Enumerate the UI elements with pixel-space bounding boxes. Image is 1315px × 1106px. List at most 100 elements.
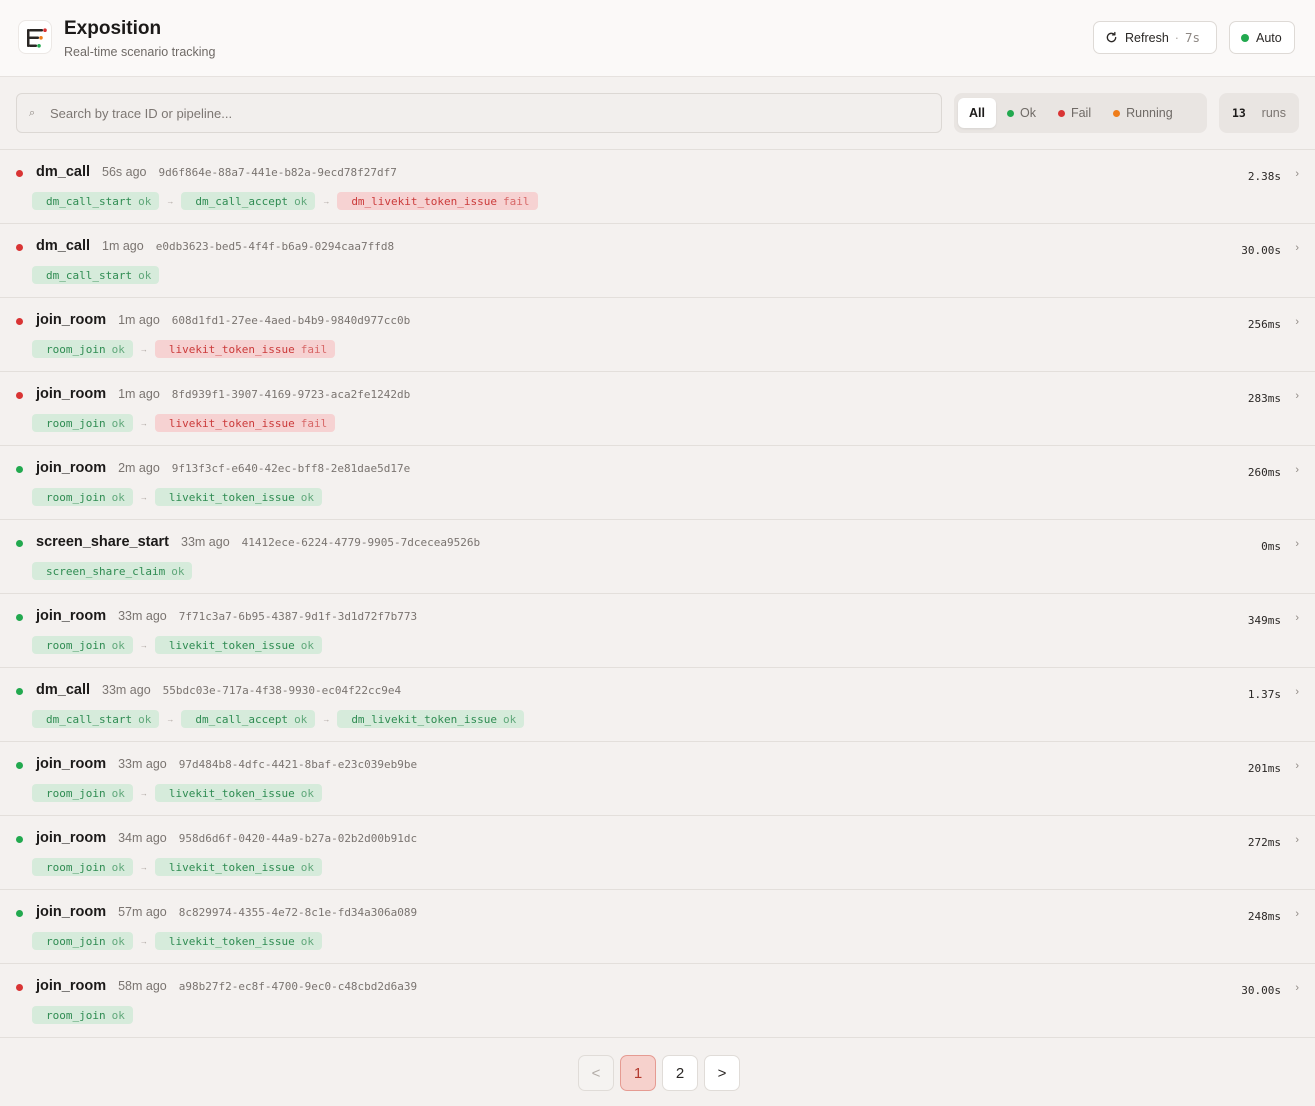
chevron-right-icon[interactable]: › [1295, 612, 1299, 624]
run-row[interactable]: dm_call 33m ago 55bdc03e-717a-4f38-9930-ec… [0, 668, 1315, 742]
filter-all-label: All [969, 106, 985, 120]
step-chip: room_join ok [32, 340, 133, 358]
step-name: room_join [46, 786, 106, 800]
run-row[interactable]: join_room 58m ago a98b27f2-ec8f-4700-9ec0-… [0, 964, 1315, 1038]
search-box[interactable]: ⌕ [16, 93, 942, 133]
filter-running-label: Running [1126, 106, 1173, 120]
run-time-ago: 2m ago [118, 461, 160, 475]
step-chip: livekit_token_issue ok [154, 784, 322, 802]
run-pipeline: dm_call [36, 238, 90, 254]
filter-running[interactable]: Running [1102, 98, 1184, 128]
chevron-right-icon[interactable]: › [1295, 834, 1299, 846]
run-duration: 283ms [1247, 392, 1281, 405]
run-trace-id: 958d6d6f-0420-44a9-b27a-02b2d00b91dc [178, 832, 418, 845]
run-duration: 248ms [1247, 910, 1281, 923]
run-steps: room_join ok → livekit_token_issue fail [32, 414, 336, 432]
chevron-right-icon[interactable]: › [1295, 686, 1299, 698]
filter-all[interactable]: All [958, 98, 996, 128]
prev-page-button[interactable]: < [578, 1055, 614, 1091]
run-trace-id: 97d484b8-4dfc-4421-8baf-e23c039eb9be [178, 758, 418, 771]
run-steps: room_join ok → livekit_token_issue ok [32, 784, 322, 802]
refresh-button[interactable]: Refresh · 7s [1093, 21, 1217, 54]
chevron-right-icon[interactable]: › [1295, 316, 1299, 328]
run-steps: room_join ok → livekit_token_issue ok [32, 932, 322, 950]
run-trace-id: 41412ece-6224-4779-9905-7dcecea9526b [241, 536, 481, 549]
run-pipeline: join_room [36, 904, 107, 920]
run-time-ago: 57m ago [118, 905, 167, 919]
step-chip: livekit_token_issue ok [154, 636, 322, 654]
step-chip: screen_share_claim ok [32, 562, 193, 580]
chevron-right-icon[interactable]: › [1295, 760, 1299, 772]
running-dot [1113, 109, 1121, 117]
app-title: Exposition [64, 18, 162, 39]
chevron-right-icon[interactable]: › [1295, 982, 1299, 994]
fail-dot [1057, 109, 1065, 117]
filter-fail-label: Fail [1070, 106, 1092, 120]
chevron-right-icon[interactable]: › [1295, 464, 1299, 476]
step-chip: room_join ok [32, 488, 133, 506]
run-row[interactable]: join_room 1m ago 608d1fd1-27ee-4aed-b4b9-9… [0, 298, 1315, 372]
run-status-dot [16, 762, 23, 769]
page-button-2[interactable]: 2 [662, 1055, 698, 1091]
run-row[interactable]: join_room 2m ago 9f13f3cf-e640-42ec-bff8-2… [0, 446, 1315, 520]
filter-ok[interactable]: Ok [996, 98, 1047, 128]
page-button-1[interactable]: 1 [620, 1055, 656, 1091]
search-input[interactable] [50, 105, 910, 121]
step-name: dm_livekit_token_issue [351, 712, 498, 726]
run-header: join_room 34m ago 958d6d6f-0420-44a9-b27a-… [36, 830, 417, 846]
next-page-button[interactable]: > [704, 1055, 740, 1091]
step-status: ok [171, 564, 185, 578]
step-arrow-icon: → [139, 640, 148, 650]
step-status: ok [138, 712, 152, 726]
run-header: join_room 1m ago 8fd939f1-3907-4169-9723-a… [36, 386, 410, 402]
run-pipeline: join_room [36, 830, 107, 846]
run-pipeline: dm_call [36, 682, 90, 698]
step-status: fail [503, 194, 530, 208]
step-status: ok [111, 786, 125, 800]
run-steps: room_join ok → livekit_token_issue fail [32, 340, 336, 358]
run-trace-id: 608d1fd1-27ee-4aed-b4b9-9840d977cc0b [171, 314, 411, 327]
run-row[interactable]: screen_share_start 33m ago 41412ece-6224-4… [0, 520, 1315, 594]
chevron-right-icon[interactable]: › [1295, 168, 1299, 180]
run-duration: 2.38s [1247, 170, 1281, 183]
run-row[interactable]: join_room 57m ago 8c829974-4355-4e72-8c1e-… [0, 890, 1315, 964]
run-row[interactable]: join_room 33m ago 97d484b8-4dfc-4421-8baf-… [0, 742, 1315, 816]
run-row[interactable]: join_room 33m ago 7f71c3a7-6b95-4387-9d1f-… [0, 594, 1315, 668]
step-name: screen_share_claim [46, 564, 166, 578]
chevron-right-icon[interactable]: › [1295, 390, 1299, 402]
run-trace-id: e0db3623-bed5-4f4f-b6a9-0294caa7ffd8 [155, 240, 395, 253]
filter-fail[interactable]: Fail [1047, 98, 1102, 128]
step-chip: dm_call_start ok [32, 266, 160, 284]
run-steps: dm_call_start ok → dm_call_accept ok → dm_live… [32, 192, 538, 210]
filter-ok-label: Ok [1019, 106, 1036, 120]
chevron-right-icon[interactable]: › [1295, 538, 1299, 550]
step-chip: room_join ok [32, 784, 133, 802]
run-header: join_room 2m ago 9f13f3cf-e640-42ec-bff8-2… [36, 460, 410, 476]
step-status: ok [300, 934, 314, 948]
run-pipeline: dm_call [36, 164, 90, 180]
auto-status-dot [1241, 33, 1249, 42]
run-status-dot [16, 910, 23, 917]
run-steps: room_join ok [32, 1006, 133, 1024]
run-header: join_room 33m ago 7f71c3a7-6b95-4387-9d1f-… [36, 608, 417, 624]
run-steps: screen_share_claim ok [32, 562, 193, 580]
run-row[interactable]: join_room 1m ago 8fd939f1-3907-4169-9723-a… [0, 372, 1315, 446]
timeline-logo-icon [18, 20, 52, 54]
run-steps: dm_call_start ok → dm_call_accept ok → dm_live… [32, 710, 525, 728]
run-header: join_room 33m ago 97d484b8-4dfc-4421-8baf-… [36, 756, 417, 772]
auto-refresh-toggle[interactable]: Auto [1229, 21, 1295, 54]
pagination: < 1 2 > [578, 1055, 740, 1091]
run-time-ago: 33m ago [118, 609, 167, 623]
ok-dot [1006, 109, 1014, 117]
chevron-right-icon[interactable]: › [1295, 242, 1299, 254]
run-duration: 30.00s [1241, 244, 1281, 257]
refresh-label: Refresh [1125, 30, 1169, 45]
run-row[interactable]: dm_call 1m ago e0db3623-bed5-4f4f-b6a9-029… [0, 224, 1315, 298]
chevron-right-icon[interactable]: › [1295, 908, 1299, 920]
run-status-dot [16, 688, 23, 695]
step-status: ok [111, 416, 125, 430]
run-row[interactable]: dm_call 56s ago 9d6f864e-88a7-441e-b82a-9e… [0, 150, 1315, 224]
run-row[interactable]: join_room 34m ago 958d6d6f-0420-44a9-b27a-… [0, 816, 1315, 890]
run-status-dot [16, 836, 23, 843]
step-name: room_join [46, 416, 106, 430]
